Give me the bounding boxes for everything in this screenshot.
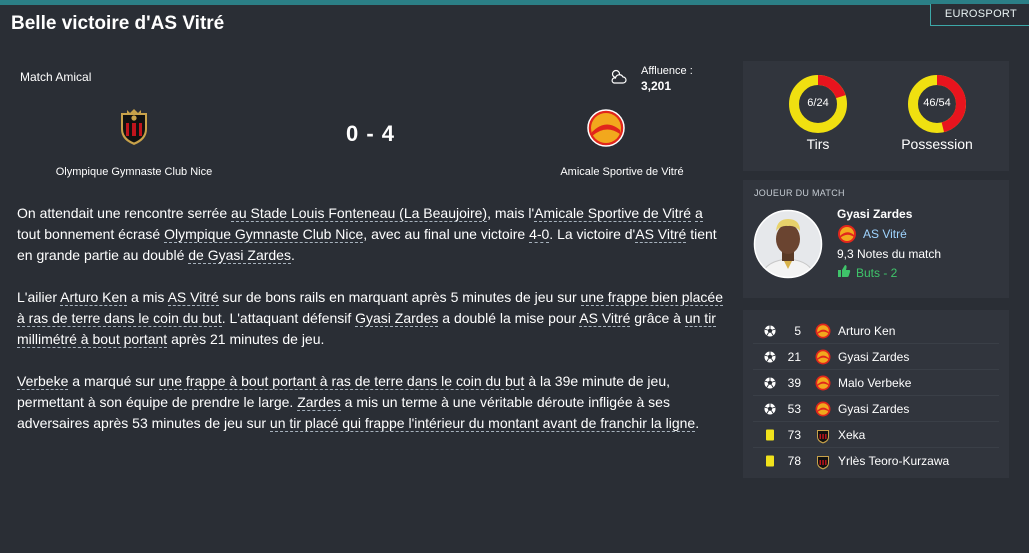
motm-rating: 9,3 Notes du match bbox=[837, 247, 942, 261]
possession-label: Possession bbox=[901, 136, 973, 152]
event-minute: 5 bbox=[794, 324, 801, 338]
competition-label: Match Amical bbox=[20, 70, 92, 84]
player-link[interactable]: de Gyasi Zardes bbox=[188, 247, 291, 264]
motm-player-name[interactable]: Gyasi Zardes bbox=[837, 207, 912, 221]
ball-icon bbox=[763, 402, 777, 416]
event-minute: 73 bbox=[787, 428, 801, 442]
report-link[interactable]: a bbox=[694, 205, 703, 222]
report-text: grâce à bbox=[630, 310, 685, 326]
attendance-value: 3,201 bbox=[641, 79, 672, 93]
source-tag: EUROSPORT bbox=[929, 4, 1029, 26]
home-team-name[interactable]: Olympique Gymnaste Club Nice bbox=[0, 166, 268, 178]
event-minute: 78 bbox=[787, 454, 801, 468]
yellow-card-icon bbox=[763, 428, 777, 442]
stadium-link[interactable]: au Stade Louis Fonteneau (La Beaujoire) bbox=[231, 205, 488, 222]
report-text: après 21 minutes de jeu. bbox=[167, 331, 325, 347]
club-link[interactable]: AS Vitré bbox=[167, 289, 219, 306]
match-score: 0 - 4 bbox=[346, 121, 396, 146]
motm-club-link[interactable]: AS Vitré bbox=[863, 227, 907, 241]
report-text: L'ailier bbox=[17, 289, 61, 305]
nice-crest-icon bbox=[815, 453, 831, 475]
away-team-link[interactable]: Amicale Sportive de Vitré bbox=[534, 205, 692, 222]
event-player-link[interactable]: Gyasi Zardes bbox=[838, 350, 909, 364]
event-minute: 39 bbox=[787, 376, 801, 390]
report-paragraph-2: L'ailier Arturo Ken a mis AS Vitré sur d… bbox=[17, 287, 725, 350]
yellow-card-icon bbox=[763, 454, 777, 468]
shots-label: Tirs bbox=[806, 136, 830, 152]
goal-description-link[interactable]: un tir placé qui frappe l'intérieur du m… bbox=[269, 415, 696, 432]
top-accent-strip bbox=[0, 0, 1029, 5]
nice-crest[interactable] bbox=[117, 107, 151, 147]
report-text: . La victoire d' bbox=[549, 226, 636, 242]
event-player-link[interactable]: Arturo Ken bbox=[838, 324, 895, 338]
score-link[interactable]: 4-0 bbox=[529, 226, 550, 243]
report-text: a doublé la mise pour bbox=[438, 310, 580, 326]
motm-goals: Buts - 2 bbox=[856, 266, 898, 280]
headline: Belle victoire d'AS Vitré bbox=[11, 13, 225, 34]
home-team-link[interactable]: Olympique Gymnaste Club Nice bbox=[164, 226, 364, 243]
report-text: , mais l' bbox=[487, 205, 535, 221]
vitre-crest-icon bbox=[815, 349, 831, 370]
event-row[interactable]: 39 Malo Verbeke bbox=[743, 370, 1009, 396]
event-row[interactable]: 78 Yrlès Teoro-Kurzawa bbox=[743, 448, 1009, 474]
report-text: . bbox=[695, 415, 700, 431]
motm-title: JOUEUR DU MATCH bbox=[754, 188, 845, 198]
player-link[interactable]: Arturo Ken bbox=[60, 289, 128, 306]
club-link[interactable]: AS Vitré bbox=[635, 226, 687, 243]
player-link[interactable]: Zardes bbox=[297, 394, 341, 411]
report-text: tout bonnement écrasé bbox=[17, 226, 165, 242]
report-paragraph-3: Verbeke a marqué sur une frappe à bout p… bbox=[17, 371, 725, 434]
event-player-link[interactable]: Malo Verbeke bbox=[838, 376, 911, 390]
match-report: On attendait une rencontre serrée au Sta… bbox=[17, 203, 725, 455]
attendance-label: Affluence : bbox=[641, 65, 693, 77]
event-minute: 53 bbox=[787, 402, 801, 416]
report-paragraph-1: On attendait une rencontre serrée au Sta… bbox=[17, 203, 725, 266]
report-text: , avec au final une victoire bbox=[363, 226, 530, 242]
match-stats-panel: 6/24 Tirs 46/54 Possession bbox=[743, 61, 1009, 171]
possession-value: 46/54 bbox=[923, 97, 951, 109]
event-player-link[interactable]: Xeka bbox=[838, 428, 865, 442]
player-link[interactable]: Verbeke bbox=[17, 373, 69, 390]
report-text: . bbox=[290, 247, 295, 263]
report-text: sur de bons rails en marquant après 5 mi… bbox=[218, 289, 581, 305]
nice-crest-icon bbox=[815, 427, 831, 449]
player-link[interactable]: Gyasi Zardes bbox=[355, 310, 439, 327]
event-player-link[interactable]: Yrlès Teoro-Kurzawa bbox=[838, 454, 949, 468]
vitre-crest-icon bbox=[815, 401, 831, 422]
report-text: a mis bbox=[127, 289, 168, 305]
event-row[interactable]: 21 Gyasi Zardes bbox=[743, 344, 1009, 370]
ball-icon bbox=[763, 376, 777, 390]
event-player-link[interactable]: Gyasi Zardes bbox=[838, 402, 909, 416]
shots-value: 6/24 bbox=[807, 97, 829, 109]
thumbs-up-icon bbox=[838, 265, 851, 277]
event-row[interactable]: 53 Gyasi Zardes bbox=[743, 396, 1009, 422]
report-text: On attendait une rencontre serrée bbox=[17, 205, 232, 221]
ball-icon bbox=[763, 350, 777, 364]
man-of-the-match-panel: JOUEUR DU MATCH Gyasi Zardes AS Vitré 9,… bbox=[743, 180, 1009, 298]
ball-icon bbox=[763, 324, 777, 338]
event-row[interactable]: 5 Arturo Ken bbox=[743, 318, 1009, 344]
vitre-crest-icon bbox=[815, 323, 831, 344]
vitre-crest[interactable] bbox=[586, 108, 626, 148]
event-minute: 21 bbox=[787, 350, 801, 364]
goal-description-link[interactable]: une frappe à bout portant à ras de terre… bbox=[158, 373, 525, 390]
player-avatar[interactable] bbox=[753, 209, 823, 279]
vitre-crest-small bbox=[838, 225, 856, 243]
club-link[interactable]: AS Vitré bbox=[579, 310, 631, 327]
report-text: . L'attaquant défensif bbox=[221, 310, 356, 326]
report-text: a marqué sur bbox=[68, 373, 159, 389]
vitre-crest-icon bbox=[815, 375, 831, 396]
match-events-panel: 5 Arturo Ken 21 Gyasi Zardes 39 Malo Verbeke 5… bbox=[743, 310, 1009, 478]
away-team-name[interactable]: Amicale Sportive de Vitré bbox=[493, 166, 751, 178]
cloud-icon bbox=[611, 69, 627, 84]
event-row[interactable]: 73 Xeka bbox=[743, 422, 1009, 448]
